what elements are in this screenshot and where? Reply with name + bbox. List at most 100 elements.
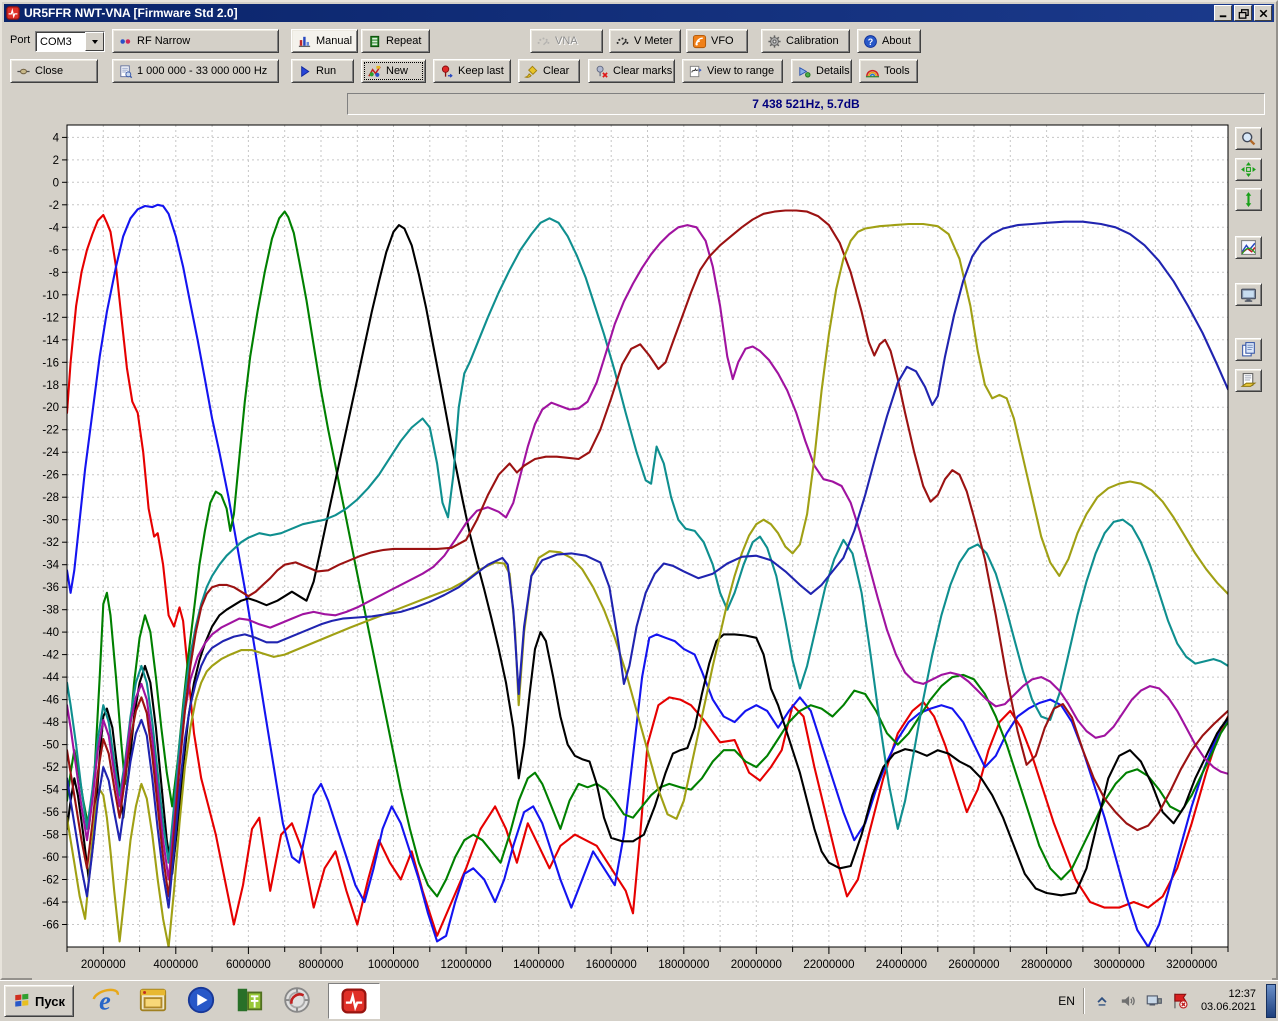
taskbar: Пуск e EN 12:37 03.06.2021 bbox=[0, 980, 1278, 1021]
nwt-vna-task-button[interactable] bbox=[328, 983, 380, 1019]
close-window-button[interactable] bbox=[1254, 5, 1272, 21]
screen-capture-button[interactable] bbox=[1235, 283, 1262, 306]
svg-text:20000000: 20000000 bbox=[731, 959, 782, 971]
clock-time: 12:37 bbox=[1201, 988, 1256, 1001]
v-meter-button[interactable]: V Meter bbox=[609, 29, 681, 53]
svg-text:-40: -40 bbox=[42, 627, 59, 639]
rf-narrow-button[interactable]: RF Narrow bbox=[112, 29, 279, 53]
keep-last-button[interactable]: Keep last bbox=[433, 59, 511, 83]
desktop: UR5FFR NWT-VNA [Firmware Std 2.0] Port C… bbox=[0, 0, 1278, 1021]
svg-text:12000000: 12000000 bbox=[441, 959, 492, 971]
language-indicator[interactable]: EN bbox=[1050, 994, 1083, 1008]
restore-icon bbox=[1237, 7, 1250, 20]
manual-button[interactable]: Manual bbox=[291, 29, 358, 53]
svg-text:-14: -14 bbox=[42, 335, 59, 347]
svg-text:22000000: 22000000 bbox=[803, 959, 854, 971]
button-label: Clear marks bbox=[613, 65, 672, 77]
svg-text:14000000: 14000000 bbox=[513, 959, 564, 971]
svg-text:-26: -26 bbox=[42, 470, 59, 482]
rf-dots-icon bbox=[118, 34, 133, 49]
manual-bars-icon bbox=[297, 34, 312, 49]
svg-text:-22: -22 bbox=[42, 425, 59, 437]
hidden-icons-tray-icon[interactable] bbox=[1091, 990, 1113, 1012]
about-button[interactable]: ? About bbox=[857, 29, 921, 53]
button-label: VFO bbox=[711, 35, 734, 47]
button-label: Keep last bbox=[458, 65, 504, 77]
port-combobox[interactable]: COM3 bbox=[35, 31, 105, 52]
copy-button[interactable] bbox=[1235, 338, 1262, 361]
svg-text:-10: -10 bbox=[42, 290, 59, 302]
start-button[interactable]: Пуск bbox=[4, 985, 74, 1017]
clear-button[interactable]: Clear bbox=[518, 59, 580, 83]
response-plot[interactable]: 420-2-4-6-8-10-12-14-16-18-20-22-24-26-2… bbox=[32, 119, 1272, 980]
volume-tray-icon[interactable] bbox=[1117, 990, 1139, 1012]
chart-area[interactable]: 420-2-4-6-8-10-12-14-16-18-20-22-24-26-2… bbox=[32, 119, 1272, 980]
button-label: RF Narrow bbox=[137, 35, 190, 47]
fit-screen-button[interactable] bbox=[1235, 158, 1262, 181]
tools-rainbow-icon bbox=[865, 64, 880, 79]
fit-vertical-button[interactable] bbox=[1235, 188, 1262, 211]
expand-arrows-icon bbox=[1240, 161, 1257, 178]
svg-text:-24: -24 bbox=[42, 447, 59, 459]
svg-text:2: 2 bbox=[53, 155, 59, 167]
window-title: UR5FFR NWT-VNA [Firmware Std 2.0] bbox=[24, 6, 238, 20]
restore-window-button[interactable] bbox=[1234, 5, 1252, 21]
1-000-000-33-000-000-hz-button[interactable]: 1 000 000 - 33 000 000 Hz bbox=[112, 59, 279, 83]
repeat-film-icon bbox=[367, 34, 382, 49]
about-help-icon: ? bbox=[863, 34, 878, 49]
graph-style-icon bbox=[1240, 239, 1257, 256]
utility-app-launcher[interactable] bbox=[280, 983, 314, 1017]
export-button[interactable] bbox=[1235, 369, 1262, 392]
clear-marks-button[interactable]: Clear marks bbox=[588, 59, 675, 83]
vfo-waves-icon bbox=[692, 34, 707, 49]
svg-text:2000000: 2000000 bbox=[81, 959, 126, 971]
svg-text:-60: -60 bbox=[42, 852, 59, 864]
vfo-button[interactable]: VFO bbox=[686, 29, 748, 53]
svg-text:-50: -50 bbox=[42, 740, 59, 752]
office-app-launcher[interactable] bbox=[232, 983, 266, 1017]
button-label: Tools bbox=[884, 65, 910, 77]
svg-text:-58: -58 bbox=[42, 830, 59, 842]
minimize-window-button[interactable] bbox=[1214, 5, 1232, 21]
svg-text:28000000: 28000000 bbox=[1021, 959, 1072, 971]
view-to-range-button[interactable]: View to range bbox=[682, 59, 783, 83]
svg-text:26000000: 26000000 bbox=[948, 959, 999, 971]
svg-text:0: 0 bbox=[53, 177, 59, 189]
svg-text:-52: -52 bbox=[42, 762, 59, 774]
svg-text:-30: -30 bbox=[42, 515, 59, 527]
taskbar-clock[interactable]: 12:37 03.06.2021 bbox=[1195, 988, 1266, 1014]
button-label: View to range bbox=[707, 65, 774, 77]
clock-date: 03.06.2021 bbox=[1201, 1001, 1256, 1014]
repeat-button[interactable]: Repeat bbox=[361, 29, 430, 53]
svg-text:16000000: 16000000 bbox=[586, 959, 637, 971]
new-button[interactable]: New bbox=[361, 59, 426, 83]
new-multi-icon bbox=[367, 64, 382, 79]
app-icon bbox=[6, 6, 20, 20]
button-label: About bbox=[882, 35, 911, 47]
frequency-readout: 7 438 521Hz, 5.7dB bbox=[347, 93, 1265, 115]
safely-remove-tray-icon[interactable] bbox=[1143, 990, 1165, 1012]
tools-button[interactable]: Tools bbox=[859, 59, 918, 83]
details-button[interactable]: Details bbox=[791, 59, 852, 83]
svg-text:24000000: 24000000 bbox=[876, 959, 927, 971]
clear-marks-pin-icon bbox=[594, 64, 609, 79]
calibration-button[interactable]: Calibration bbox=[761, 29, 850, 53]
close-button[interactable]: Close bbox=[10, 59, 98, 83]
graph-style-button[interactable] bbox=[1235, 236, 1262, 259]
zoom-button[interactable] bbox=[1235, 127, 1262, 150]
show-desktop-button[interactable] bbox=[1266, 984, 1276, 1018]
title-bar[interactable]: UR5FFR NWT-VNA [Firmware Std 2.0] bbox=[4, 4, 1274, 22]
tray-icons bbox=[1091, 990, 1195, 1012]
button-label: Manual bbox=[316, 35, 352, 47]
close-plug-icon bbox=[16, 64, 31, 79]
security-alert-tray-icon[interactable] bbox=[1169, 990, 1191, 1012]
file-explorer-launcher[interactable] bbox=[136, 983, 170, 1017]
svg-text:-38: -38 bbox=[42, 605, 59, 617]
internet-explorer-launcher[interactable]: e bbox=[88, 983, 122, 1017]
export-page-icon bbox=[1240, 372, 1257, 389]
explorer-icon bbox=[138, 985, 168, 1015]
media-player-launcher[interactable] bbox=[184, 983, 218, 1017]
run-button[interactable]: Run bbox=[291, 59, 354, 83]
port-dropdown-button[interactable] bbox=[85, 32, 104, 51]
svg-text:-28: -28 bbox=[42, 492, 59, 504]
